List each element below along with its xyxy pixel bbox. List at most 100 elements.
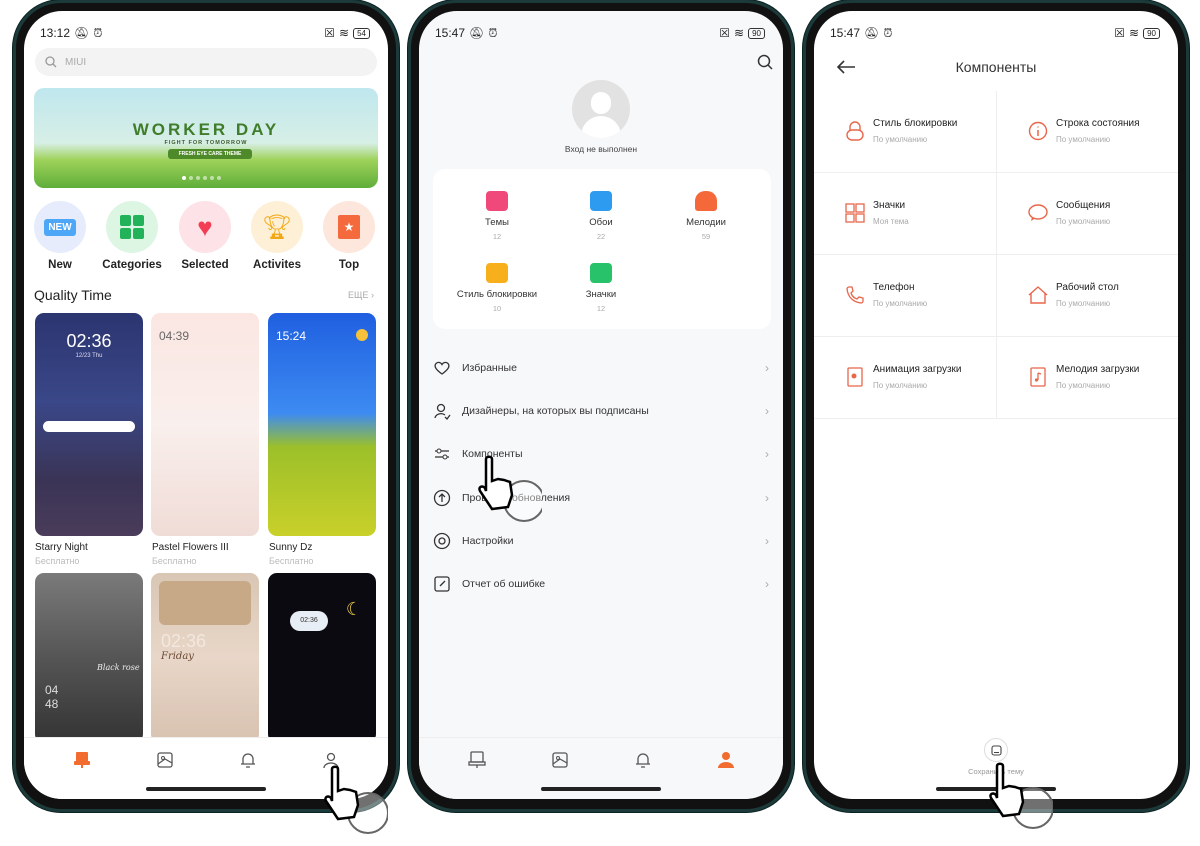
theme-card-pastel-flowers[interactable]: 04:39 <box>151 313 259 536</box>
theme-card[interactable]: Black rose 04 48 <box>35 573 143 743</box>
nav-themes-icon[interactable] <box>72 750 92 770</box>
theme-card-starry-night[interactable]: 02:36 12/23 Thu <box>35 313 143 536</box>
banner-title: WORKER DAY <box>132 120 280 139</box>
component-title: Анимация загрузки <box>873 364 962 375</box>
menu-label: Дизайнеры, на которых вы подписаны <box>462 405 649 417</box>
menu-item-settings[interactable]: Настройки › <box>433 526 769 556</box>
trophy-icon: 🏆︎ <box>261 213 293 241</box>
nav-ringtones-icon[interactable] <box>238 750 258 770</box>
nav-wallpapers-icon[interactable] <box>550 750 570 770</box>
chevron-right-icon: › <box>765 361 769 375</box>
category-top[interactable]: ★ Top <box>323 201 375 271</box>
menu-item-bug-report[interactable]: Отчет об ошибке › <box>433 569 769 599</box>
component-title: Телефон <box>873 282 915 293</box>
grid-item-wallpapers[interactable]: Обои 22 <box>546 191 656 241</box>
category-selected[interactable]: ♥ Selected <box>179 201 231 271</box>
component-boot-ringtone[interactable]: Мелодия загрузки По умолчанию <box>997 337 1178 419</box>
heart-icon: ♥ <box>197 211 213 242</box>
nav-themes-icon[interactable] <box>467 750 487 770</box>
mute-icon: 🔕︎ <box>469 26 485 40</box>
preview-photo <box>159 581 251 625</box>
grid-label: Обои <box>589 217 613 228</box>
menu-item-designers[interactable]: Дизайнеры, на которых вы подписаны › <box>433 396 769 426</box>
home-indicator <box>146 787 266 791</box>
home-icon <box>1028 286 1048 304</box>
clock: 13:12 <box>40 26 71 40</box>
preview-clock: 02:36 <box>290 611 328 631</box>
component-phone[interactable]: Телефон По умолчанию <box>814 255 996 337</box>
banner-badge: FRESH EYE CARE THEME <box>168 149 252 159</box>
component-value: По умолчанию <box>873 381 928 390</box>
nav-profile-icon[interactable] <box>716 750 736 770</box>
grid-item-themes[interactable]: Темы 12 <box>442 191 552 241</box>
battery-icon: 90 <box>1143 27 1160 39</box>
theme-card-sunny-dz[interactable]: 15:24 <box>268 313 376 536</box>
pointer-hand-icon <box>989 762 1053 829</box>
icons-icon <box>590 263 612 283</box>
save-icon <box>990 744 1002 756</box>
page-title: Компоненты <box>955 59 1037 75</box>
component-value: По умолчанию <box>1056 135 1111 144</box>
preview-caption: Black rose <box>97 663 140 672</box>
component-value: По умолчанию <box>1056 381 1111 390</box>
preview-search-bar <box>43 421 135 432</box>
theme-price: Бесплатно <box>35 556 80 566</box>
chevron-right-icon: › <box>765 534 769 548</box>
component-boot-animation[interactable]: Анимация загрузки По умолчанию <box>814 337 996 419</box>
component-title: Мелодия загрузки <box>1056 364 1140 375</box>
mute-icon: 🔕︎ <box>74 26 90 40</box>
search-icon[interactable] <box>757 54 773 70</box>
sim-icon: ☒ <box>1114 26 1126 40</box>
preview-caption: Friday <box>161 651 194 662</box>
component-icons[interactable]: Значки Моя тема <box>814 173 996 255</box>
save-theme-button[interactable] <box>984 738 1008 762</box>
chevron-right-icon: › <box>765 491 769 505</box>
theme-price: Бесплатно <box>269 556 314 566</box>
component-desktop[interactable]: Рабочий стол По умолчанию <box>997 255 1178 337</box>
component-statusbar[interactable]: Строка состояния По умолчанию <box>997 91 1178 173</box>
menu-label: Настройки <box>462 535 514 547</box>
chevron-right-icon: › <box>765 577 769 591</box>
theme-card[interactable]: 02:36 Friday <box>151 573 259 743</box>
theme-card[interactable]: 02:36 ☾ <box>268 573 376 743</box>
promo-banner[interactable]: WORKER DAY FIGHT FOR TOMORROW FRESH EYE … <box>34 88 378 188</box>
ribbon-star-icon: ★ <box>338 215 360 239</box>
grid-item-icons[interactable]: Значки 12 <box>546 263 656 313</box>
chat-icon <box>1028 204 1048 221</box>
components-screen: 15:47 🔕︎ ⏰︎ ☒ ≋ 90 Компоненты Стиль блокиров… <box>814 11 1178 799</box>
menu-item-favorites[interactable]: Избранные › <box>433 353 769 383</box>
wifi-icon: ≋ <box>734 26 745 40</box>
user-check-icon <box>434 403 451 420</box>
category-label: New <box>48 259 72 271</box>
battery-icon: 54 <box>353 27 370 39</box>
wallpaper-icon <box>590 191 612 211</box>
status-bar: 15:47 🔕︎ ⏰︎ ☒ ≋ 90 <box>830 25 1160 41</box>
category-activites[interactable]: 🏆︎ Activites <box>251 201 303 271</box>
arrow-up-circle-icon <box>433 489 451 507</box>
banner-subtitle: FIGHT FOR TOMORROW <box>164 140 248 146</box>
boot-animation-icon <box>847 367 863 387</box>
grid-label: Значки <box>585 289 617 300</box>
avatar[interactable] <box>572 80 630 138</box>
status-bar: 15:47 🔕︎ ⏰︎ ☒ ≋ 90 <box>435 25 765 41</box>
lock-icon <box>486 263 508 283</box>
nav-wallpapers-icon[interactable] <box>155 750 175 770</box>
category-new[interactable]: NEW New <box>34 201 86 271</box>
battery-icon: 90 <box>748 27 765 39</box>
sun-icon <box>356 329 368 341</box>
more-link[interactable]: ЕЩЕ › <box>348 290 374 300</box>
component-lockscreen[interactable]: Стиль блокировки По умолчанию <box>814 91 996 173</box>
nav-ringtones-icon[interactable] <box>633 750 653 770</box>
phone-profile: 15:47 🔕︎ ⏰︎ ☒ ≋ 90 Вход не выполнен Темы 12 О… <box>408 0 794 812</box>
theme-price: Бесплатно <box>152 556 197 566</box>
theme-name: Pastel Flowers III <box>152 542 229 553</box>
grid-count: 59 <box>701 232 711 241</box>
login-status[interactable]: Вход не выполнен <box>419 144 783 154</box>
component-messages[interactable]: Сообщения По умолчанию <box>997 173 1178 255</box>
grid-item-lockscreen[interactable]: Стиль блокировки 10 <box>442 263 552 313</box>
component-title: Значки <box>873 200 906 211</box>
search-input[interactable]: MIUI <box>35 48 377 76</box>
category-categories[interactable]: Categories <box>102 201 162 271</box>
grid-item-ringtones[interactable]: Мелодии 59 <box>651 191 761 241</box>
grid-icon <box>120 215 144 239</box>
